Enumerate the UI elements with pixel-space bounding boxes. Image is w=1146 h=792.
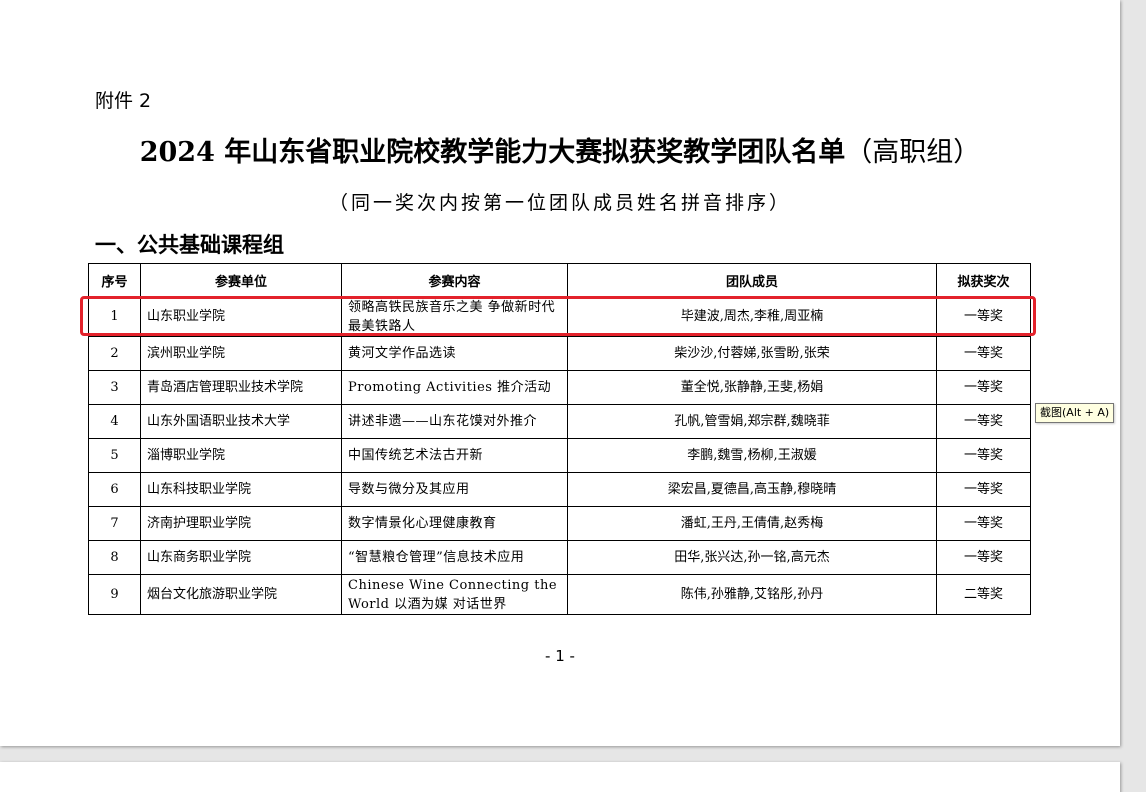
table-row: 8 山东商务职业学院 “智慧粮仓管理”信息技术应用 田华,张兴达,孙一铭,高元杰… [88, 540, 1031, 575]
cell-unit: 滨州职业学院 [140, 336, 342, 371]
cell-award: 二等奖 [936, 574, 1031, 615]
award-table: 序号 参赛单位 参赛内容 团队成员 拟获奖次 1 山东职业学院 领略高铁民族音乐… [88, 263, 1031, 615]
document-subtitle: （同一奖次内按第一位团队成员姓名拼音排序） [328, 192, 791, 214]
cell-no: 3 [88, 370, 141, 405]
cell-content: 领略高铁民族音乐之美 争做新时代最美铁路人 [341, 296, 568, 337]
title-main: 2024 年山东省职业院校教学能力大赛拟获奖教学团队名单 [139, 137, 846, 168]
cell-content: 中国传统艺术法古开新 [341, 438, 568, 473]
cell-no: 7 [88, 506, 141, 541]
table-row: 5 淄博职业学院 中国传统艺术法古开新 李鹏,魏雪,杨柳,王淑媛 一等奖 [88, 438, 1031, 473]
document-viewer[interactable]: 附件 2 2024 年山东省职业院校教学能力大赛拟获奖教学团队名单（高职组） （… [0, 0, 1146, 792]
cell-no: 1 [88, 296, 141, 337]
table-header-row: 序号 参赛单位 参赛内容 团队成员 拟获奖次 [88, 263, 1031, 297]
table-row: 9 烟台文化旅游职业学院 Chinese Wine Connecting the… [88, 574, 1031, 615]
table-row: 1 山东职业学院 领略高铁民族音乐之美 争做新时代最美铁路人 毕建波,周杰,李稚… [88, 296, 1031, 337]
screenshot-tooltip: 截图(Alt + A) [1035, 403, 1115, 423]
cell-award: 一等奖 [936, 540, 1031, 575]
document-title: 2024 年山东省职业院校教学能力大赛拟获奖教学团队名单（高职组） [0, 130, 1120, 169]
cell-content: Promoting Activities 推介活动 [341, 370, 568, 405]
cell-award: 一等奖 [936, 336, 1031, 371]
cell-award: 一等奖 [936, 506, 1031, 541]
cell-members: 田华,张兴达,孙一铭,高元杰 [567, 540, 937, 575]
table-row: 7 济南护理职业学院 数字情景化心理健康教育 潘虹,王丹,王倩倩,赵秀梅 一等奖 [88, 506, 1031, 541]
cell-members: 陈伟,孙雅静,艾铭彤,孙丹 [567, 574, 937, 615]
section-title: 一、公共基础课程组 [95, 233, 284, 257]
cell-unit: 山东职业学院 [140, 296, 342, 337]
cell-content: 数字情景化心理健康教育 [341, 506, 568, 541]
cell-no: 6 [88, 472, 141, 507]
document-page: 附件 2 2024 年山东省职业院校教学能力大赛拟获奖教学团队名单（高职组） （… [0, 0, 1120, 746]
cell-unit: 山东外国语职业技术大学 [140, 404, 342, 439]
cell-content: Chinese Wine Connecting the World 以酒为媒 对… [341, 574, 568, 615]
cell-members: 柴沙沙,付蓉娣,张雪盼,张荣 [567, 336, 937, 371]
cell-content: 黄河文学作品选读 [341, 336, 568, 371]
cell-award: 一等奖 [936, 296, 1031, 337]
next-page [0, 762, 1120, 792]
page-number: - 1 - [545, 647, 575, 665]
cell-unit: 青岛酒店管理职业技术学院 [140, 370, 342, 405]
cell-content: 导数与微分及其应用 [341, 472, 568, 507]
cell-content: “智慧粮仓管理”信息技术应用 [341, 540, 568, 575]
cell-members: 潘虹,王丹,王倩倩,赵秀梅 [567, 506, 937, 541]
cell-unit: 山东科技职业学院 [140, 472, 342, 507]
cell-members: 梁宏昌,夏德昌,高玉静,穆晓晴 [567, 472, 937, 507]
cell-no: 8 [88, 540, 141, 575]
cell-no: 2 [88, 336, 141, 371]
attachment-label: 附件 2 [95, 90, 152, 112]
header-content: 参赛内容 [341, 263, 568, 297]
cell-award: 一等奖 [936, 472, 1031, 507]
cell-unit: 山东商务职业学院 [140, 540, 342, 575]
cell-members: 董全悦,张静静,王斐,杨娟 [567, 370, 937, 405]
table-row: 4 山东外国语职业技术大学 讲述非遗——山东花馍对外推介 孔帆,管雪娟,郑宗群,… [88, 404, 1031, 439]
cell-award: 一等奖 [936, 438, 1031, 473]
cell-unit: 烟台文化旅游职业学院 [140, 574, 342, 615]
header-award: 拟获奖次 [936, 263, 1031, 297]
cell-members: 孔帆,管雪娟,郑宗群,魏晓菲 [567, 404, 937, 439]
table-row: 2 滨州职业学院 黄河文学作品选读 柴沙沙,付蓉娣,张雪盼,张荣 一等奖 [88, 336, 1031, 371]
cell-members: 毕建波,周杰,李稚,周亚楠 [567, 296, 937, 337]
cell-members: 李鹏,魏雪,杨柳,王淑媛 [567, 438, 937, 473]
header-unit: 参赛单位 [140, 263, 342, 297]
cell-unit: 济南护理职业学院 [140, 506, 342, 541]
cell-award: 一等奖 [936, 370, 1031, 405]
cell-award: 一等奖 [936, 404, 1031, 439]
cell-no: 9 [88, 574, 141, 615]
table-row: 6 山东科技职业学院 导数与微分及其应用 梁宏昌,夏德昌,高玉静,穆晓晴 一等奖 [88, 472, 1031, 507]
cell-no: 4 [88, 404, 141, 439]
title-suffix: （高职组） [845, 137, 981, 168]
header-no: 序号 [88, 263, 141, 297]
cell-unit: 淄博职业学院 [140, 438, 342, 473]
table-row: 3 青岛酒店管理职业技术学院 Promoting Activities 推介活动… [88, 370, 1031, 405]
cell-no: 5 [88, 438, 141, 473]
header-members: 团队成员 [567, 263, 937, 297]
cell-content: 讲述非遗——山东花馍对外推介 [341, 404, 568, 439]
